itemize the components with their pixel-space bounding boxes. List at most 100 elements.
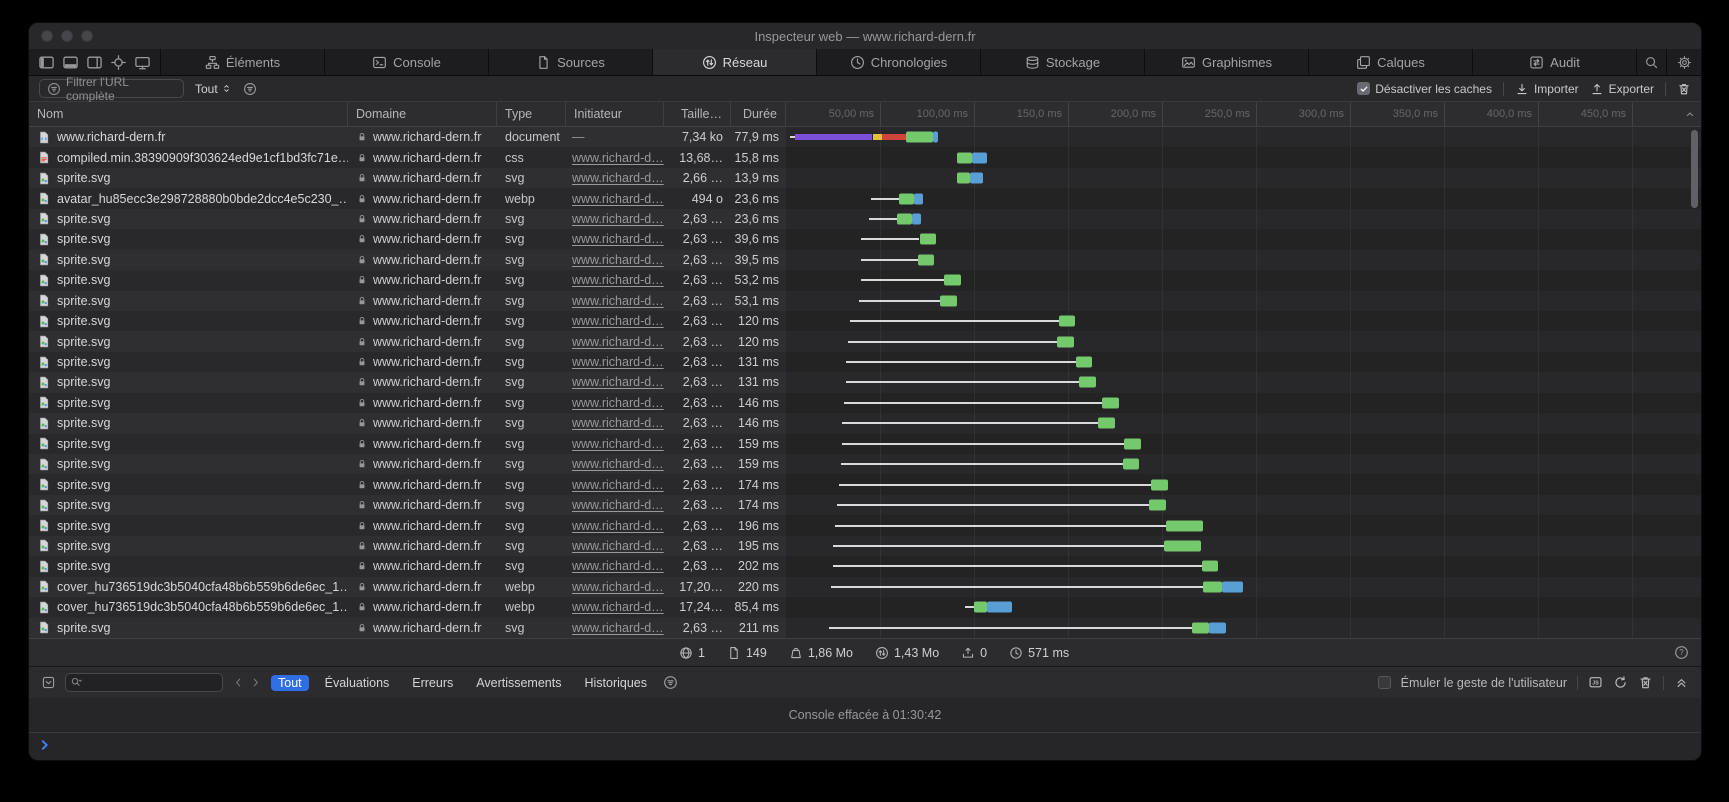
minimize-window-button[interactable] bbox=[61, 30, 73, 42]
zoom-window-button[interactable] bbox=[81, 30, 93, 42]
chevron-left-icon[interactable] bbox=[232, 676, 245, 689]
request-initiator-link[interactable]: www.richard-d… bbox=[572, 212, 664, 226]
request-initiator-link[interactable]: www.richard-d… bbox=[572, 375, 664, 389]
resource-type-dropdown[interactable]: Tout bbox=[195, 82, 232, 96]
network-request-row[interactable]: sprite.svgwww.richard-dern.frsvgwww.rich… bbox=[29, 434, 1701, 454]
tab-audit[interactable]: Audit bbox=[1473, 49, 1637, 75]
console-scope-historiques[interactable]: Historiques bbox=[577, 675, 654, 691]
column-header-initiateur[interactable]: Initiateur bbox=[566, 102, 664, 126]
emulate-gesture-checkbox[interactable] bbox=[1378, 676, 1391, 689]
column-header-nom[interactable]: Nom bbox=[29, 102, 348, 126]
search-tab-button[interactable] bbox=[1637, 49, 1667, 75]
console-search-input[interactable] bbox=[65, 673, 223, 692]
request-initiator-link[interactable]: www.richard-d… bbox=[572, 437, 664, 451]
request-initiator-link[interactable]: www.richard-d… bbox=[572, 192, 664, 206]
network-request-row[interactable]: sprite.svgwww.richard-dern.frsvgwww.rich… bbox=[29, 229, 1701, 249]
request-initiator-link[interactable]: www.richard-d… bbox=[572, 396, 664, 410]
request-initiator-link[interactable]: www.richard-d… bbox=[572, 151, 664, 165]
network-request-row[interactable]: sprite.svgwww.richard-dern.frsvgwww.rich… bbox=[29, 413, 1701, 433]
tab-reseau[interactable]: Réseau bbox=[653, 49, 817, 75]
network-request-row[interactable]: sprite.svgwww.richard-dern.frsvgwww.rich… bbox=[29, 556, 1701, 576]
network-request-row[interactable]: sprite.svgwww.richard-dern.frsvgwww.rich… bbox=[29, 270, 1701, 290]
help-button[interactable]: ? bbox=[1674, 645, 1689, 660]
tab-elements[interactable]: Éléments bbox=[161, 49, 325, 75]
tab-chronologies[interactable]: Chronologies bbox=[817, 49, 981, 75]
tab-calques[interactable]: Calques bbox=[1309, 49, 1473, 75]
network-request-row[interactable]: avatar_hu85ecc3e298728880b0bde2dcc4e5c23… bbox=[29, 188, 1701, 208]
close-window-button[interactable] bbox=[41, 30, 53, 42]
scroll-up-chevron-icon[interactable] bbox=[1683, 107, 1697, 121]
expand-console-icon[interactable] bbox=[1674, 675, 1689, 690]
clear-console-button[interactable] bbox=[1638, 675, 1653, 690]
titlebar[interactable]: Inspecteur web — www.richard-dern.fr bbox=[29, 23, 1701, 49]
request-initiator-link[interactable]: www.richard-d… bbox=[572, 457, 664, 471]
network-request-row[interactable]: sprite.svgwww.richard-dern.frsvgwww.rich… bbox=[29, 331, 1701, 351]
network-request-row[interactable]: sprite.svgwww.richard-dern.frsvgwww.rich… bbox=[29, 454, 1701, 474]
device-button[interactable] bbox=[134, 54, 151, 71]
console-scope-evaluations[interactable]: Évaluations bbox=[318, 675, 397, 691]
network-request-row[interactable]: cover_hu736519dc3b5040cfa48b6b559b6de6ec… bbox=[29, 597, 1701, 617]
network-request-row[interactable]: cover_hu736519dc3b5040cfa48b6b559b6de6ec… bbox=[29, 577, 1701, 597]
clear-network-items-button[interactable] bbox=[1677, 82, 1691, 96]
network-request-row[interactable]: sprite.svgwww.richard-dern.frsvgwww.rich… bbox=[29, 515, 1701, 535]
network-request-row[interactable]: sprite.svgwww.richard-dern.frsvgwww.rich… bbox=[29, 311, 1701, 331]
network-request-row[interactable]: sprite.svgwww.richard-dern.frsvgwww.rich… bbox=[29, 495, 1701, 515]
dock-bottom-button[interactable] bbox=[62, 54, 79, 71]
url-filter-input[interactable]: Filtrer l'URL complète bbox=[39, 79, 184, 98]
dock-right-button[interactable] bbox=[86, 54, 103, 71]
request-initiator-link[interactable]: www.richard-d… bbox=[572, 519, 664, 533]
console-scope-erreurs[interactable]: Erreurs bbox=[405, 675, 460, 691]
request-initiator-link[interactable]: www.richard-d… bbox=[572, 416, 664, 430]
request-initiator-link[interactable]: www.richard-d… bbox=[572, 294, 664, 308]
tab-sources[interactable]: Sources bbox=[489, 49, 653, 75]
request-initiator-link[interactable]: www.richard-d… bbox=[572, 232, 664, 246]
request-initiator-link[interactable]: www.richard-d… bbox=[572, 314, 664, 328]
request-initiator-link[interactable]: www.richard-d… bbox=[572, 273, 664, 287]
console-mode-button[interactable] bbox=[41, 675, 56, 690]
network-request-row[interactable]: sprite.svgwww.richard-dern.frsvgwww.rich… bbox=[29, 393, 1701, 413]
network-request-row[interactable]: sprite.svgwww.richard-dern.frsvgwww.rich… bbox=[29, 291, 1701, 311]
network-request-row[interactable]: sprite.svgwww.richard-dern.frsvgwww.rich… bbox=[29, 536, 1701, 556]
column-header-taille[interactable]: Taille… bbox=[664, 102, 731, 126]
column-header-domaine[interactable]: Domaine bbox=[348, 102, 497, 126]
element-picker-button[interactable] bbox=[110, 54, 127, 71]
network-request-row[interactable]: sprite.svgwww.richard-dern.frsvgwww.rich… bbox=[29, 474, 1701, 494]
network-request-row[interactable]: compiled.min.38390909f303624ed9e1cf1bd3f… bbox=[29, 147, 1701, 167]
request-initiator-link[interactable]: www.richard-d… bbox=[572, 539, 664, 553]
console-scope-avertissements[interactable]: Avertissements bbox=[469, 675, 568, 691]
network-request-row[interactable]: sprite.svgwww.richard-dern.frsvgwww.rich… bbox=[29, 352, 1701, 372]
import-button[interactable]: Importer bbox=[1515, 82, 1579, 96]
request-initiator-link[interactable]: www.richard-d… bbox=[572, 355, 664, 369]
scrollbar-thumb[interactable] bbox=[1691, 130, 1698, 208]
network-request-row[interactable]: sprite.svgwww.richard-dern.frsvgwww.rich… bbox=[29, 209, 1701, 229]
request-initiator-link[interactable]: www.richard-d… bbox=[572, 335, 664, 349]
network-request-row[interactable]: www.richard-dern.frwww.richard-dern.frdo… bbox=[29, 127, 1701, 147]
request-initiator-link[interactable]: www.richard-d… bbox=[572, 580, 664, 594]
request-initiator-link[interactable]: www.richard-d… bbox=[572, 171, 664, 185]
request-initiator-link[interactable]: www.richard-d… bbox=[572, 253, 664, 267]
request-initiator-link[interactable]: www.richard-d… bbox=[572, 478, 664, 492]
request-initiator-link[interactable]: www.richard-d… bbox=[572, 621, 664, 635]
console-scope-tout[interactable]: Tout bbox=[271, 675, 309, 691]
console-prompt[interactable] bbox=[29, 733, 1701, 760]
other-filters-button[interactable] bbox=[243, 82, 257, 96]
reload-icon[interactable] bbox=[1613, 675, 1628, 690]
network-request-row[interactable]: sprite.svgwww.richard-dern.frsvgwww.rich… bbox=[29, 250, 1701, 270]
tab-stockage[interactable]: Stockage bbox=[981, 49, 1145, 75]
request-initiator-link[interactable]: www.richard-d… bbox=[572, 600, 664, 614]
settings-button[interactable] bbox=[1667, 49, 1701, 75]
disable-caches-checkbox[interactable]: Désactiver les caches bbox=[1357, 82, 1492, 96]
request-initiator-link[interactable]: www.richard-d… bbox=[572, 498, 664, 512]
network-request-row[interactable]: sprite.svgwww.richard-dern.frsvgwww.rich… bbox=[29, 168, 1701, 188]
request-initiator-link[interactable]: www.richard-d… bbox=[572, 559, 664, 573]
export-button[interactable]: Exporter bbox=[1590, 82, 1654, 96]
tab-console[interactable]: Console bbox=[325, 49, 489, 75]
console-filter-button[interactable] bbox=[663, 675, 678, 690]
network-request-row[interactable]: sprite.svgwww.richard-dern.frsvgwww.rich… bbox=[29, 618, 1701, 638]
dock-left-button[interactable] bbox=[38, 54, 55, 71]
javascript-bubble-icon[interactable]: JS bbox=[1588, 675, 1603, 690]
column-header-dure[interactable]: Durée bbox=[731, 102, 786, 126]
tab-graphismes[interactable]: Graphismes bbox=[1145, 49, 1309, 75]
column-header-type[interactable]: Type bbox=[497, 102, 566, 126]
chevron-right-icon[interactable] bbox=[249, 676, 262, 689]
